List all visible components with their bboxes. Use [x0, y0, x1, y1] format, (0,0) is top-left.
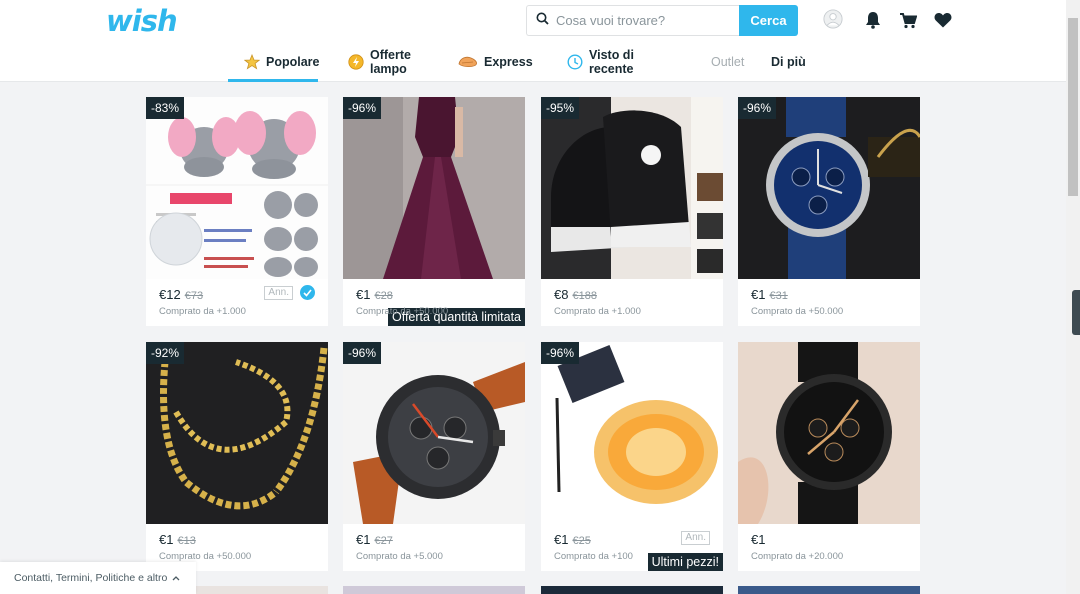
search-icon	[536, 12, 549, 30]
current-price: €1	[554, 532, 569, 547]
purchase-count: Comprato da +100	[554, 551, 633, 562]
chevron-up-icon	[172, 572, 180, 584]
product-image	[738, 342, 920, 524]
product-card[interactable]	[738, 586, 920, 594]
clock-icon	[567, 54, 583, 70]
product-image	[738, 97, 920, 279]
old-price: €73	[184, 290, 204, 302]
product-image	[146, 97, 328, 279]
current-price: €8	[554, 287, 569, 302]
express-icon	[458, 55, 478, 69]
avatar-icon[interactable]	[823, 9, 843, 29]
product-card[interactable]: -96% €1 €31 Comprato da +50.000	[738, 97, 920, 326]
search-field[interactable]	[526, 5, 739, 36]
discount-badge: -83%	[146, 97, 185, 119]
search-button[interactable]: Cerca	[739, 5, 798, 36]
product-card[interactable]	[541, 586, 723, 594]
product-image	[541, 97, 723, 279]
product-card[interactable]: -92% €1 €13 Comprato da +50.000	[146, 342, 328, 571]
product-image	[541, 342, 723, 524]
product-image	[541, 586, 723, 594]
discount-badge: -96%	[343, 97, 382, 119]
product-card[interactable]: -96% €1 €27 Comprato da +5.000	[343, 342, 525, 571]
tab-popolare[interactable]: Popolare	[228, 44, 320, 82]
footer-links-toggle[interactable]: Contatti, Termini, Politiche e altro	[0, 562, 196, 594]
wishlist-heart-icon[interactable]	[933, 10, 953, 30]
top-header: wish Cerca Popolare Offe	[0, 0, 1066, 82]
product-price: €1 €13	[159, 532, 196, 547]
category-nav: Popolare Offerte lampo Express Visto di …	[228, 44, 814, 82]
product-card[interactable]	[343, 586, 525, 594]
purchase-count: Comprato da +1.000	[159, 306, 246, 317]
product-image	[343, 97, 525, 279]
bell-icon[interactable]	[863, 10, 883, 30]
product-card[interactable]: €1 Comprato da +20.000	[738, 342, 920, 571]
verified-check-icon	[300, 285, 315, 300]
product-price: €8 €188	[554, 287, 597, 302]
purchase-count: Comprato da +50.000	[159, 551, 252, 562]
product-card[interactable]: -96% Offerta quantità limitata €1 €28 Com…	[343, 97, 525, 326]
star-icon	[244, 53, 260, 70]
tab-label: Visto di recente	[589, 48, 634, 76]
purchase-count: Comprato da +50.000	[356, 306, 449, 317]
search-input[interactable]	[556, 13, 726, 28]
tab-label: Express	[484, 55, 533, 69]
current-price: €1	[751, 532, 766, 547]
wish-logo[interactable]: wish	[106, 4, 178, 38]
scrollbar-thumb[interactable]	[1068, 18, 1078, 196]
product-price: €1 €27	[356, 532, 393, 547]
tab-label: Outlet	[711, 55, 745, 69]
old-price: €188	[572, 290, 597, 302]
current-price: €12	[159, 287, 181, 302]
product-price: €1	[751, 532, 765, 547]
discount-badge: -96%	[738, 97, 777, 119]
product-price: €1 €25	[554, 532, 591, 547]
discount-badge: -92%	[146, 342, 185, 364]
product-image	[738, 586, 920, 594]
purchase-count: Comprato da +5.000	[356, 551, 443, 562]
current-price: €1	[356, 532, 371, 547]
current-price: €1	[356, 287, 371, 302]
discount-badge: -95%	[541, 97, 580, 119]
product-image	[146, 342, 328, 524]
tab-label: Di più	[771, 55, 806, 69]
product-price: €1 €31	[751, 287, 788, 302]
product-image	[343, 342, 525, 524]
product-price: €12 €73	[159, 287, 203, 302]
tab-express[interactable]: Express	[436, 44, 540, 80]
current-price: €1	[159, 532, 174, 547]
purchase-count: Comprato da +1.000	[554, 306, 641, 317]
tab-offerte-lampo[interactable]: Offerte lampo	[318, 44, 436, 80]
discount-badge: -96%	[541, 342, 580, 364]
old-price: €27	[374, 535, 393, 547]
ad-label: Ann.	[264, 286, 293, 300]
product-card[interactable]: -83% €12 €73 Ann. Comprato da +1.000	[146, 97, 328, 326]
old-price: €31	[769, 290, 788, 302]
footer-label: Contatti, Termini, Politiche e altro	[14, 572, 168, 584]
flash-deal-icon	[348, 54, 364, 70]
feedback-side-tab[interactable]	[1072, 290, 1080, 335]
purchase-count: Comprato da +50.000	[751, 306, 844, 317]
ad-label: Ann.	[681, 531, 710, 545]
old-price: €28	[374, 290, 393, 302]
old-price: €13	[177, 535, 196, 547]
discount-badge: -96%	[343, 342, 382, 364]
tab-outlet[interactable]: Outlet	[678, 44, 744, 80]
tab-visto-di-recente[interactable]: Visto di recente	[540, 44, 678, 80]
last-items-label: Ultimi pezzi!	[647, 553, 723, 571]
tab-di-piu[interactable]: Di più	[744, 44, 814, 80]
tab-label: Popolare	[266, 54, 320, 69]
current-price: €1	[751, 287, 766, 302]
old-price: €25	[572, 535, 591, 547]
cart-icon[interactable]	[898, 10, 918, 30]
product-price: €1 €28	[356, 287, 393, 302]
product-card[interactable]: -95% €8 €188 Comprato da +1.000	[541, 97, 723, 326]
purchase-count: Comprato da +20.000	[751, 551, 844, 562]
product-image	[343, 586, 525, 594]
product-card[interactable]: -96% Ultimi pezzi! €1 €25 Ann. Comprato d…	[541, 342, 723, 571]
search-bar: Cerca	[526, 5, 798, 36]
tab-label: Offerte lampo	[370, 48, 411, 76]
